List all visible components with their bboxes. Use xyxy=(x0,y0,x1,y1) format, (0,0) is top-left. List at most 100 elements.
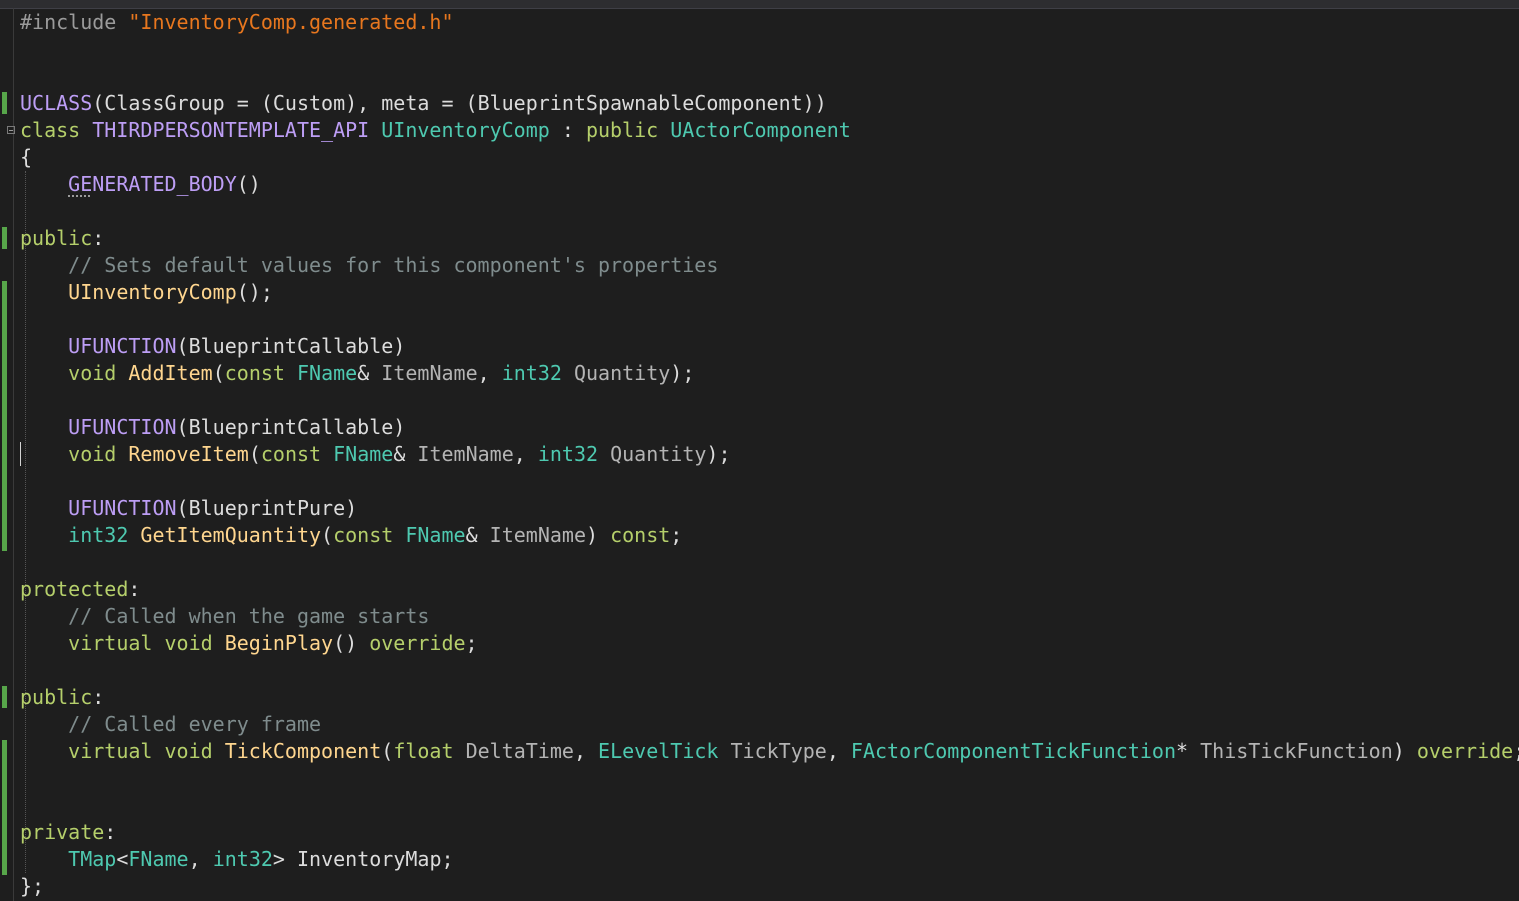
code-token: void xyxy=(164,739,225,763)
code-token: void xyxy=(68,361,129,385)
code-token: "InventoryComp.generated.h" xyxy=(128,10,454,34)
code-token: ELevelTick xyxy=(598,739,731,763)
code-line[interactable]: protected: xyxy=(20,576,1519,603)
code-line[interactable] xyxy=(20,306,1519,333)
code-line[interactable]: UFUNCTION(BlueprintCallable) xyxy=(20,414,1519,441)
code-token: UActorComponent xyxy=(670,118,851,142)
code-line[interactable]: virtual void BeginPlay() override; xyxy=(20,630,1519,657)
code-editor[interactable]: #include "InventoryComp.generated.h" UCLA… xyxy=(0,0,1519,901)
code-token: int32 xyxy=(68,523,141,547)
code-line[interactable] xyxy=(20,387,1519,414)
code-token: const xyxy=(224,361,297,385)
code-lines[interactable]: #include "InventoryComp.generated.h" UCLA… xyxy=(20,9,1519,900)
code-token: & xyxy=(357,361,382,385)
code-line[interactable]: virtual void TickComponent(float DeltaTi… xyxy=(20,738,1519,765)
code-token: class xyxy=(20,118,93,142)
code-token: , xyxy=(513,442,538,466)
code-line[interactable]: void RemoveItem(const FName& ItemName, i… xyxy=(20,441,1519,468)
code-token: FActorComponentTickFunction xyxy=(850,739,1177,763)
code-token: int32 xyxy=(537,442,611,466)
code-token: RemoveItem xyxy=(128,442,249,466)
code-line[interactable]: public: xyxy=(20,684,1519,711)
code-token: ) xyxy=(1392,739,1417,763)
code-line[interactable] xyxy=(20,63,1519,90)
code-token: Quantity xyxy=(610,442,707,466)
code-line[interactable]: // Called every frame xyxy=(20,711,1519,738)
code-token: FName xyxy=(405,523,466,547)
code-token: private xyxy=(20,820,105,844)
squiggle-underline xyxy=(68,193,90,197)
code-token: ItemName xyxy=(489,523,586,547)
code-token: UInventoryComp xyxy=(381,118,550,142)
code-token: ; xyxy=(441,847,454,871)
change-indicator xyxy=(2,281,7,551)
code-line[interactable]: int32 GetItemQuantity(const FName& ItemN… xyxy=(20,522,1519,549)
code-token: }; xyxy=(20,874,45,898)
code-line[interactable]: UInventoryComp(); xyxy=(20,279,1519,306)
code-token: ( xyxy=(381,739,394,763)
code-line[interactable]: public: xyxy=(20,225,1519,252)
code-token: BeginPlay xyxy=(224,631,334,655)
code-token: FName xyxy=(128,847,189,871)
code-token: (BlueprintCallable) xyxy=(176,415,406,439)
code-line[interactable]: void AddItem(const FName& ItemName, int3… xyxy=(20,360,1519,387)
code-line[interactable] xyxy=(20,792,1519,819)
code-line[interactable] xyxy=(20,198,1519,225)
code-token: const xyxy=(610,523,671,547)
code-token: & xyxy=(393,442,418,466)
code-token: : xyxy=(92,685,105,709)
code-line[interactable] xyxy=(20,765,1519,792)
code-line[interactable]: UFUNCTION(BlueprintPure) xyxy=(20,495,1519,522)
code-token: GetItemQuantity xyxy=(140,523,322,547)
code-token: : xyxy=(549,118,586,142)
change-indicator xyxy=(2,92,7,114)
change-indicator xyxy=(2,686,7,708)
code-token: , xyxy=(826,739,851,763)
code-token: const xyxy=(260,442,334,466)
change-indicator xyxy=(2,740,7,875)
code-token: & xyxy=(465,523,490,547)
code-token: int32 xyxy=(212,847,273,871)
code-token: DeltaTime xyxy=(465,739,574,763)
code-line[interactable] xyxy=(20,468,1519,495)
code-line[interactable]: }; xyxy=(20,873,1519,900)
code-line[interactable] xyxy=(20,36,1519,63)
code-line[interactable]: GENERATED_BODY() xyxy=(20,171,1519,198)
code-token: * xyxy=(1176,739,1201,763)
tab-strip[interactable] xyxy=(0,0,1519,9)
code-line[interactable]: #include "InventoryComp.generated.h" xyxy=(20,9,1519,36)
code-token: public xyxy=(585,118,671,142)
code-line[interactable]: TMap<FName, int32> InventoryMap; xyxy=(20,846,1519,873)
code-token: UFUNCTION xyxy=(68,496,177,520)
code-line[interactable]: { xyxy=(20,144,1519,171)
code-token: THIRDPERSONTEMPLATE_API xyxy=(92,118,382,142)
code-token: () xyxy=(333,631,370,655)
code-token: { xyxy=(20,145,33,169)
code-line[interactable] xyxy=(20,657,1519,684)
code-token: : xyxy=(104,820,117,844)
code-token: ); xyxy=(670,361,695,385)
code-token: void xyxy=(68,442,129,466)
code-token: (); xyxy=(236,280,273,304)
code-token: protected xyxy=(20,577,129,601)
code-token: AddItem xyxy=(128,361,213,385)
code-token: ( xyxy=(248,442,261,466)
collapse-toggle-icon[interactable] xyxy=(7,126,15,134)
code-token: ); xyxy=(706,442,731,466)
code-line[interactable]: // Called when the game starts xyxy=(20,603,1519,630)
code-token: (ClassGroup = (Custom), meta = (Blueprin… xyxy=(92,91,827,115)
code-line[interactable]: private: xyxy=(20,819,1519,846)
code-token: ItemName xyxy=(381,361,478,385)
code-line[interactable]: UCLASS(ClassGroup = (Custom), meta = (Bl… xyxy=(20,90,1519,117)
code-line[interactable]: UFUNCTION(BlueprintCallable) xyxy=(20,333,1519,360)
code-token: ; xyxy=(670,523,683,547)
code-token: , xyxy=(573,739,599,763)
code-line[interactable] xyxy=(20,549,1519,576)
code-line[interactable]: // Sets default values for this componen… xyxy=(20,252,1519,279)
code-line[interactable]: class THIRDPERSONTEMPLATE_API UInventory… xyxy=(20,117,1519,144)
